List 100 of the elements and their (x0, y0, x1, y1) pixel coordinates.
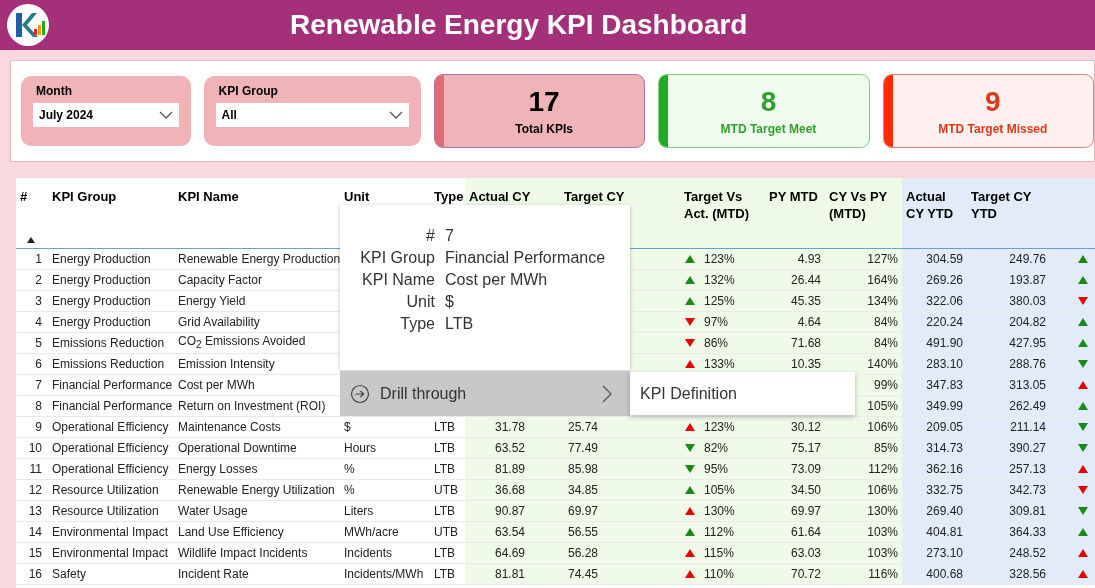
table-cell: % (344, 483, 355, 497)
table-cell: Resource Utilization (52, 483, 159, 497)
table-cell: Cost per MWh (178, 378, 255, 392)
kpi-label: MTD Target Missed (938, 122, 1048, 136)
table-cell: Financial Performance (52, 399, 173, 413)
table-cell: 362.16 (926, 462, 963, 476)
table-cell: 314.73 (926, 441, 963, 455)
column-header[interactable]: KPI Group (52, 188, 170, 205)
table-cell: 36.68 (494, 483, 525, 497)
table-cell: Grid Availability (178, 315, 260, 329)
table-cell: Emissions Reduction (52, 357, 165, 371)
table-cell: Land Use Efficiency (178, 525, 284, 539)
tooltip-value: LTB (445, 315, 475, 333)
tooltip-value: Cost per MWh (445, 271, 549, 289)
table-cell: 6 (35, 357, 42, 371)
column-header[interactable]: KPI Name (178, 188, 336, 205)
table-cell: LTB (434, 504, 456, 518)
table-cell: 110% (704, 567, 734, 581)
table-cell: 64.69 (494, 546, 525, 560)
dropdown[interactable]: All (215, 103, 409, 127)
table-cell: 262.49 (1009, 399, 1046, 413)
table-cell: 332.75 (926, 483, 963, 497)
tooltip-value: 7 (445, 227, 455, 245)
column-header[interactable]: Unit (344, 188, 426, 205)
table-cell: 112% (704, 525, 734, 539)
table-cell: 130% (704, 504, 735, 518)
table-cell: Energy Production (52, 273, 151, 287)
table-cell: 249.76 (1009, 252, 1046, 266)
table-cell: 115% (704, 546, 734, 560)
table-cell: 328.56 (1009, 567, 1046, 581)
dropdown[interactable]: July 2024 (33, 103, 179, 127)
table-cell: 26.44 (790, 273, 821, 287)
column-header[interactable]: PY MTD (769, 188, 821, 205)
table-cell: Wildlife Impact Incidents (178, 546, 308, 560)
chevron-down-icon (388, 111, 403, 119)
menu-item[interactable]: Drill through (340, 371, 630, 416)
table-cell: 133% (704, 357, 735, 371)
table-cell: Environmental Impact (52, 546, 169, 560)
table-cell: LTB (434, 567, 456, 581)
table-cell: 5 (35, 336, 42, 350)
column-header[interactable]: Target Vs Act. (MTD) (684, 188, 761, 222)
menu-item[interactable]: KPI Definition (630, 372, 855, 415)
column-header[interactable]: Actual CY YTD (906, 188, 963, 222)
table-cell: 63.03 (790, 546, 821, 560)
table-cell: Renewable Energy Utilization (178, 483, 335, 497)
table-cell: 9 (35, 420, 42, 434)
table-cell: 81.81 (494, 567, 525, 581)
table-cell: 25.74 (567, 420, 598, 434)
table-cell: Environmental Impact (52, 525, 169, 539)
table-cell: % (344, 462, 355, 476)
table-cell: 105% (704, 483, 735, 497)
table-cell: 257.13 (1009, 462, 1046, 476)
table-cell: 193.87 (1009, 273, 1046, 287)
table-cell: UTB (434, 525, 458, 539)
table-cell: 322.06 (926, 294, 963, 308)
table-cell: 34.50 (790, 483, 821, 497)
table-cell: 85% (873, 441, 898, 455)
table-cell: MWh/acre (344, 525, 399, 539)
column-header[interactable]: Target CY YTD (971, 188, 1046, 222)
tooltip-value: $ (445, 293, 455, 311)
table-cell: 269.26 (926, 273, 963, 287)
logo-icon (6, 3, 50, 47)
table-cell: 248.52 (1009, 546, 1046, 560)
table-cell: 84% (873, 336, 898, 350)
table-cell: 71.68 (790, 336, 821, 350)
table-cell: 304.59 (926, 252, 963, 266)
table-cell: 288.76 (1009, 357, 1046, 371)
table-cell: 16 (28, 567, 42, 581)
table-cell: 8 (35, 399, 42, 413)
table-cell: 70.72 (790, 567, 821, 581)
table-cell: Operational Efficiency (52, 441, 169, 455)
sort-icon[interactable] (26, 236, 36, 244)
table-cell: Incident Rate (178, 567, 249, 581)
table-cell: 10 (28, 441, 42, 455)
table-cell: 4.93 (797, 252, 821, 266)
table-cell: 347.83 (926, 378, 963, 392)
table-cell: 404.81 (926, 525, 963, 539)
column-header[interactable]: # (20, 188, 44, 205)
filter-label: KPI Group (217, 84, 279, 98)
table-cell: UTB (434, 483, 458, 497)
table-cell: 31.78 (494, 420, 525, 434)
column-header[interactable]: CY Vs PY (MTD) (829, 188, 898, 222)
table-cell: 125% (704, 294, 735, 308)
table-cell: Energy Production (52, 294, 151, 308)
table-cell: Capacity Factor (178, 273, 263, 287)
table-cell: Water Usage (178, 504, 248, 518)
table-cell: 56.28 (567, 546, 598, 560)
column-header[interactable]: Type (434, 188, 461, 205)
table-cell: 103% (867, 546, 898, 560)
column-header[interactable]: Actual CY (469, 188, 556, 205)
kpi-value: 9 (985, 86, 1001, 118)
table-cell: Energy Production (52, 315, 151, 329)
table-cell: 34.85 (567, 483, 598, 497)
column-header[interactable]: Target CY (564, 188, 676, 205)
table-cell: $ (344, 420, 351, 434)
table-cell: 390.27 (1009, 441, 1046, 455)
table-cell: 123% (704, 252, 735, 266)
table-cell: Renewable Energy Production (178, 252, 341, 266)
table-cell: 4 (35, 315, 42, 329)
tooltip-value: Financial Performance (445, 249, 607, 267)
